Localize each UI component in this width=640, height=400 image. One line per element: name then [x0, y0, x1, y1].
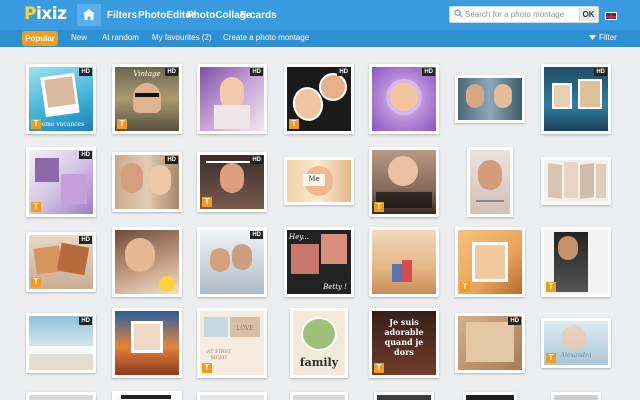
montage-thumb[interactable]: [551, 392, 601, 400]
montage-thumb[interactable]: HD: [112, 152, 182, 212]
hd-badge: HD: [79, 236, 92, 244]
montage-thumb[interactable]: HD: [369, 64, 439, 134]
text-badge: T: [117, 119, 127, 129]
caret-down-icon: [589, 35, 596, 41]
home-icon: [83, 9, 95, 20]
montage-thumb[interactable]: HD: [197, 64, 267, 134]
hd-badge: HD: [79, 317, 92, 325]
montage-thumb[interactable]: [463, 392, 517, 400]
tab-popular[interactable]: Popular: [22, 31, 58, 46]
text-badge: T: [202, 197, 212, 207]
text-badge: T: [374, 202, 384, 212]
montage-thumb[interactable]: home vacances HD T: [26, 64, 96, 134]
montage-thumb[interactable]: Vintage HD T: [112, 64, 182, 134]
montage-thumb[interactable]: Je suis adorable quand je dors T: [369, 308, 439, 378]
hd-badge: HD: [250, 156, 263, 164]
hd-badge: HD: [165, 156, 178, 164]
hd-badge: HD: [250, 68, 263, 76]
montage-thumb[interactable]: [369, 227, 439, 297]
montage-thumb[interactable]: [467, 147, 513, 217]
hd-badge: HD: [79, 68, 92, 76]
montage-thumb[interactable]: [197, 392, 267, 400]
montage-thumb[interactable]: [290, 392, 348, 400]
montage-caption: Betty !: [323, 283, 347, 291]
montage-thumb[interactable]: [112, 308, 182, 378]
montage-thumb[interactable]: [112, 391, 182, 400]
montage-caption: Hey...: [289, 233, 309, 241]
montage-thumb[interactable]: Me: [284, 157, 354, 205]
montage-thumb[interactable]: HD T: [26, 232, 96, 292]
montage-thumb[interactable]: family: [290, 308, 348, 378]
tab-at-random[interactable]: At random: [102, 33, 139, 42]
hd-badge: HD: [422, 68, 435, 76]
search-input[interactable]: Search for a photo montage: [465, 10, 564, 19]
tab-my-favourites[interactable]: My favourites (2): [152, 33, 212, 42]
search-ok-button[interactable]: OK: [579, 8, 597, 21]
hd-badge: HD: [508, 317, 521, 325]
montage-thumb[interactable]: HD: [455, 313, 525, 373]
montage-thumb[interactable]: [541, 157, 611, 205]
text-badge: T: [31, 119, 41, 129]
montage-thumb[interactable]: [455, 75, 525, 123]
montage-thumb[interactable]: HD T: [284, 64, 354, 134]
filter-toggle[interactable]: Filter: [589, 33, 617, 42]
montage-thumb[interactable]: HD T: [197, 152, 267, 212]
top-bar: Pixiz Filters PhotoEditor PhotoCollage E…: [0, 0, 640, 30]
montage-caption: Je suis adorable quand je dors: [384, 317, 424, 357]
home-button[interactable]: [77, 4, 101, 26]
montage-thumb[interactable]: HD: [26, 313, 96, 373]
sub-nav-bar: Popular New At random My favourites (2) …: [0, 30, 640, 47]
montage-caption: AT FIRST SIGHT: [206, 349, 232, 361]
montage-thumb[interactable]: HD T: [26, 147, 96, 217]
nav-ecards[interactable]: E-cards: [240, 10, 277, 21]
montage-thumb[interactable]: T: [369, 147, 439, 217]
montage-thumb[interactable]: Hey... Betty !: [284, 227, 354, 297]
text-badge: T: [31, 277, 41, 287]
montage-caption: Me: [308, 175, 320, 183]
hd-badge: HD: [79, 151, 92, 159]
montage-thumb[interactable]: [26, 392, 96, 400]
text-badge: T: [289, 119, 299, 129]
tab-create-montage[interactable]: Create a photo montage: [223, 33, 309, 42]
text-badge: T: [546, 353, 556, 363]
montage-thumb[interactable]: [374, 392, 434, 400]
text-badge: T: [202, 363, 212, 373]
hd-badge: HD: [165, 68, 178, 76]
uk-flag-icon[interactable]: [605, 12, 617, 20]
hd-badge: HD: [594, 68, 607, 76]
montage-thumb[interactable]: Alexandra T: [541, 318, 611, 368]
search-icon: [454, 9, 463, 18]
text-badge: T: [374, 363, 384, 373]
montage-thumb[interactable]: HD: [197, 227, 267, 297]
hd-badge: HD: [337, 68, 350, 76]
montage-caption: family: [299, 356, 339, 369]
search-box: Search for a photo montage OK: [449, 6, 599, 23]
nav-filters[interactable]: Filters: [107, 10, 137, 21]
text-badge: T: [31, 202, 41, 212]
montage-thumb[interactable]: LOVE AT FIRST SIGHT T: [197, 308, 267, 378]
montage-thumb[interactable]: T: [455, 227, 525, 297]
pixiz-logo[interactable]: Pixiz: [24, 4, 67, 24]
montage-thumb[interactable]: HD: [541, 64, 611, 134]
tab-new[interactable]: New: [71, 33, 87, 42]
filter-label: Filter: [599, 33, 617, 42]
montage-caption: LOVE: [236, 325, 254, 332]
montage-thumb[interactable]: T: [541, 227, 611, 297]
hd-badge: HD: [250, 231, 263, 239]
text-badge: T: [546, 282, 556, 292]
montage-thumb[interactable]: [112, 227, 182, 297]
text-badge: T: [460, 282, 470, 292]
